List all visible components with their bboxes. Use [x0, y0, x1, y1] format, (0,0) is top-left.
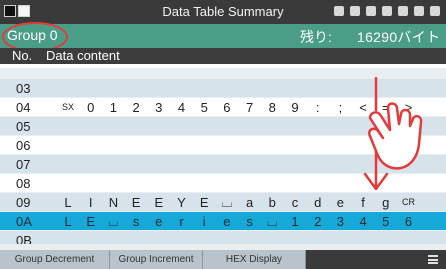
data-cell: L — [64, 214, 72, 229]
data-cell: E — [131, 195, 141, 210]
wifi-icon — [350, 6, 360, 16]
data-cell: SX — [61, 102, 74, 112]
data-cell: 7 — [245, 100, 254, 115]
data-cell: 8 — [268, 100, 276, 115]
row-number: 0A — [16, 214, 32, 229]
data-cell: 0 — [87, 100, 95, 115]
data-cell: ; — [338, 100, 343, 115]
sd-card-icon — [414, 6, 424, 16]
row-number: 07 — [16, 157, 31, 172]
data-cell: Y — [177, 195, 186, 210]
row-number: 06 — [16, 138, 31, 153]
data-cell: s — [246, 214, 253, 229]
data-cell: r — [179, 214, 184, 229]
data-cell: ⌴ — [221, 195, 233, 210]
column-data-content: Data content — [46, 48, 120, 63]
data-cell: 2 — [132, 100, 140, 115]
footer-bar: Group Decrement Group Increment HEX Disp… — [0, 250, 446, 269]
data-cell: c — [291, 195, 299, 210]
row-number: 0B — [16, 233, 32, 244]
data-cell: 4 — [359, 214, 367, 229]
usb-icon — [382, 6, 392, 16]
data-cell: 1 — [109, 100, 117, 115]
row-number: 03 — [16, 81, 31, 96]
data-cell: d — [314, 195, 322, 210]
data-cell: e — [223, 214, 231, 229]
status-icons — [334, 6, 440, 16]
data-cell: N — [108, 195, 119, 210]
data-cell: b — [268, 195, 276, 210]
column-no: No. — [12, 48, 33, 63]
hex-display-button[interactable]: HEX Display — [203, 250, 306, 269]
data-cell: 9 — [291, 100, 299, 115]
data-cell: a — [245, 195, 254, 210]
data-cell: E — [199, 195, 209, 210]
row-number: 08 — [16, 176, 31, 191]
data-cell: 3 — [336, 214, 344, 229]
group-decrement-button[interactable]: Group Decrement — [0, 250, 110, 269]
data-cell: : — [315, 100, 320, 115]
swipe-hand-icon — [363, 76, 423, 191]
cart-icon — [334, 6, 344, 16]
row-number: 09 — [16, 195, 31, 210]
remaining-bytes: 16290バイト — [357, 29, 441, 45]
data-cell: 6 — [223, 100, 231, 115]
data-cell: 3 — [155, 100, 163, 115]
data-cell: I — [88, 195, 93, 210]
row-number: 05 — [16, 119, 31, 134]
table-row-selected[interactable]: 0A L E ⌴ s e r i e s ⌴ 1 2 3 4 5 6 — [0, 212, 446, 230]
title-bar: Data Table Summary — [0, 0, 446, 24]
row-number: 04 — [16, 100, 31, 115]
group-bar: Group 0 残り: 16290バイト — [0, 22, 446, 52]
data-cell: 5 — [382, 214, 390, 229]
data-cell: 4 — [177, 100, 186, 115]
remaining-label: 残り: — [300, 29, 332, 45]
data-cell: L — [64, 195, 72, 210]
network-icon — [366, 6, 376, 16]
data-cell: E — [154, 195, 164, 210]
data-cell: E — [86, 214, 96, 229]
sync-icon — [398, 6, 408, 16]
menu-icon[interactable] — [428, 255, 438, 264]
battery-icon — [430, 6, 440, 16]
data-cell: ⌴ — [108, 214, 119, 229]
data-cell: e — [155, 214, 163, 229]
data-cell: s — [132, 214, 140, 229]
data-cell: i — [202, 214, 206, 229]
data-cell: e — [336, 195, 344, 210]
data-cell: 2 — [314, 214, 322, 229]
group-increment-button[interactable]: Group Increment — [110, 250, 203, 269]
table-row[interactable]: 0B — [0, 231, 446, 244]
data-cell: 6 — [404, 214, 413, 229]
data-cell: 5 — [200, 100, 208, 115]
data-cell: ⌴ — [267, 214, 278, 229]
data-cell: 1 — [291, 214, 299, 229]
